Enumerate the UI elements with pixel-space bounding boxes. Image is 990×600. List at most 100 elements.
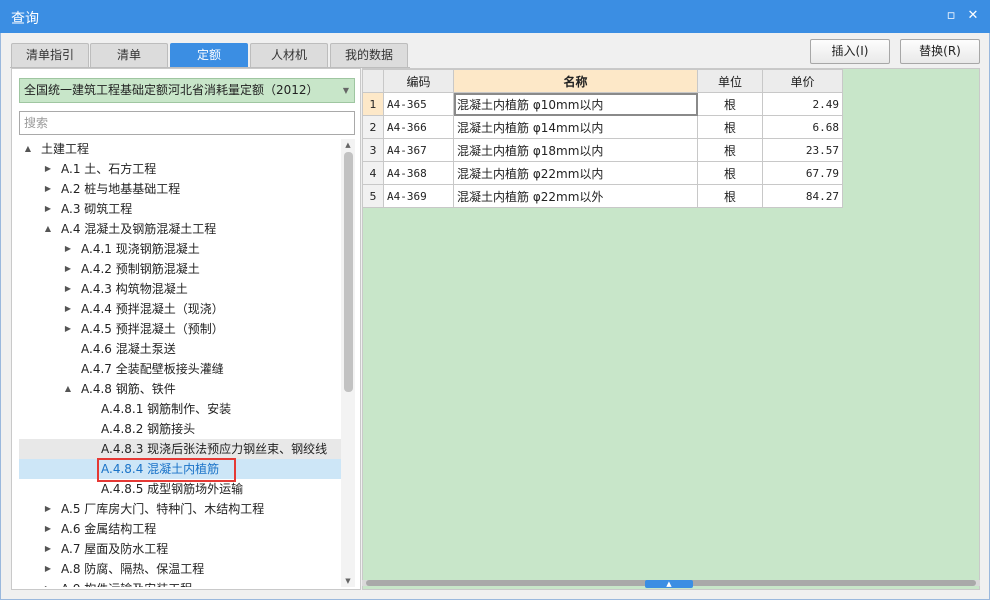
tree-item-label: A.3 砌筑工程 [61,202,133,216]
expand-arrow-icon[interactable]: ▶ [43,539,53,559]
tab-my-data[interactable]: 我的数据 [330,43,408,67]
tree-item[interactable]: A.4.8.5 成型钢筋场外运输 [19,479,341,499]
tree-item[interactable]: ▶ A.5 厂库房大门、特种门、木结构工程 [19,499,341,519]
row-number-cell[interactable]: 1 [362,92,384,116]
name-cell[interactable]: 混凝土内植筋 φ18mm以内 [453,138,698,162]
tree-item[interactable]: ▶ A.4.1 现浇钢筋混凝土 [19,239,341,259]
tree-item[interactable]: ▶ A.7 屋面及防水工程 [19,539,341,559]
close-icon[interactable]: ✕ [964,7,982,25]
tree-item-label: A.4.8.2 钢筋接头 [101,422,196,436]
table-row[interactable]: 3 A4-367 混凝土内植筋 φ18mm以内根 23.57 [362,138,843,162]
name-cell[interactable]: 混凝土内植筋 φ22mm以外 [453,184,698,208]
restore-icon[interactable]: ▫ [942,7,960,25]
tree-item-label: A.9 构件运输及安装工程 [61,579,192,587]
tree-item-label: A.4.8.5 成型钢筋场外运输 [101,482,244,496]
tab-quota[interactable]: 定额 [170,43,248,67]
tree-item[interactable]: A.4.8.4 混凝土内植筋 [19,459,341,479]
quota-library-select[interactable]: 全国统一建筑工程基础定额河北省消耗量定额（2012） ▼ [19,78,355,103]
price-cell[interactable]: 84.27 [762,184,843,208]
column-header-unit[interactable]: 单位 [697,69,763,93]
insert-button[interactable]: 插入(I) [810,39,890,64]
tree-item-label: A.4 混凝土及钢筋混凝土工程 [61,222,217,236]
expand-arrow-icon[interactable]: ▶ [43,499,53,519]
expand-arrow-icon[interactable]: ▶ [43,579,53,587]
expand-arrow-icon[interactable]: ▶ [43,519,53,539]
row-number-cell[interactable]: 5 [362,184,384,208]
scroll-thumb[interactable] [344,152,353,392]
tree-item[interactable]: ▲ A.4 混凝土及钢筋混凝土工程 [19,219,341,239]
tree-item[interactable]: A.4.7 全装配壁板接头灌缝 [19,359,341,379]
tree-item-label: A.4.6 混凝土泵送 [81,342,176,356]
scroll-up-icon[interactable]: ▲ [341,139,355,151]
tree-item-label: A.4.4 预拌混凝土（现浇） [81,302,224,316]
expand-arrow-icon[interactable]: ▶ [63,239,73,259]
table-row[interactable]: 4 A4-368 混凝土内植筋 φ22mm以内根 67.79 [362,161,843,185]
expand-arrow-icon[interactable]: ▶ [63,279,73,299]
scroll-down-icon[interactable]: ▼ [341,575,355,587]
expand-arrow-icon[interactable]: ▶ [63,319,73,339]
code-cell[interactable]: A4-365 [383,92,454,116]
unit-cell[interactable]: 根 [697,115,763,139]
expand-arrow-icon[interactable]: ▶ [43,559,53,579]
row-number-cell[interactable]: 4 [362,161,384,185]
column-header-price[interactable]: 单价 [762,69,843,93]
code-cell[interactable]: A4-367 [383,138,454,162]
tree-item[interactable]: ▲ A.4.8 钢筋、铁件 [19,379,341,399]
price-cell[interactable]: 67.79 [762,161,843,185]
tree-item[interactable]: ▲ 土建工程 [19,139,341,159]
tree-item[interactable]: ▶ A.1 土、石方工程 [19,159,341,179]
expand-arrow-icon[interactable]: ▶ [63,259,73,279]
unit-cell[interactable]: 根 [697,92,763,116]
replace-button[interactable]: 替换(R) [900,39,980,64]
tree-item[interactable]: ▶ A.3 砌筑工程 [19,199,341,219]
table-row[interactable]: 1 A4-365 混凝土内植筋 φ10mm以内根 2.49 [362,92,843,116]
tree-item[interactable]: ▶ A.2 桩与地基基础工程 [19,179,341,199]
name-cell[interactable]: 混凝土内植筋 φ14mm以内 [453,115,698,139]
column-header-name[interactable]: 名称 [453,69,698,93]
result-table: 编码 名称 单位 单价 1 A4-365 混凝土内植筋 φ10mm以内根 2.49 2 A… [362,69,843,208]
search-input[interactable]: 搜索 [19,111,355,135]
price-cell[interactable]: 23.57 [762,138,843,162]
column-header-code[interactable]: 编码 [383,69,454,93]
tree-item[interactable]: ▶ A.4.5 预拌混凝土（预制） [19,319,341,339]
tab-list-guide[interactable]: 清单指引 [11,43,89,67]
chevron-down-icon[interactable]: ▼ [343,79,349,102]
tab-materials[interactable]: 人材机 [250,43,328,67]
tree-item[interactable]: A.4.8.1 钢筋制作、安装 [19,399,341,419]
expand-arrow-icon[interactable]: ▶ [43,159,53,179]
unit-cell[interactable]: 根 [697,184,763,208]
code-cell[interactable]: A4-368 [383,161,454,185]
tab-list[interactable]: 清单 [90,43,168,67]
price-cell[interactable]: 2.49 [762,92,843,116]
collapse-arrow-icon[interactable]: ▲ [63,379,73,399]
name-cell[interactable]: 混凝土内植筋 φ10mm以内 [453,92,698,116]
expand-arrow-icon[interactable]: ▶ [63,299,73,319]
tree-item[interactable]: ▶ A.6 金属结构工程 [19,519,341,539]
splitter-collapse-icon[interactable]: ▲ [645,580,693,588]
tree-item[interactable]: A.4.8.3 现浇后张法预应力钢丝束、钢绞线 [19,439,341,459]
collapse-arrow-icon[interactable]: ▲ [23,139,33,159]
code-cell[interactable]: A4-369 [383,184,454,208]
unit-cell[interactable]: 根 [697,161,763,185]
tree-item[interactable]: ▶ A.4.3 构筑物混凝土 [19,279,341,299]
code-cell[interactable]: A4-366 [383,115,454,139]
tree-scrollbar[interactable]: ▲ ▼ [341,139,355,587]
tree-item-label: A.4.7 全装配壁板接头灌缝 [81,362,224,376]
collapse-arrow-icon[interactable]: ▲ [43,219,53,239]
table-row[interactable]: 2 A4-366 混凝土内植筋 φ14mm以内根 6.68 [362,115,843,139]
tree-item[interactable]: ▶ A.8 防腐、隔热、保温工程 [19,559,341,579]
tree-item[interactable]: A.4.6 混凝土泵送 [19,339,341,359]
row-number-cell[interactable]: 3 [362,138,384,162]
tree-item[interactable]: A.4.8.2 钢筋接头 [19,419,341,439]
name-cell[interactable]: 混凝土内植筋 φ22mm以内 [453,161,698,185]
tree-item[interactable]: ▶ A.4.4 预拌混凝土（现浇） [19,299,341,319]
tree-item-label: 土建工程 [41,142,90,156]
expand-arrow-icon[interactable]: ▶ [43,199,53,219]
tree-item[interactable]: ▶ A.9 构件运输及安装工程 [19,579,341,587]
table-row[interactable]: 5 A4-369 混凝土内植筋 φ22mm以外根 84.27 [362,184,843,208]
row-number-cell[interactable]: 2 [362,115,384,139]
unit-cell[interactable]: 根 [697,138,763,162]
tree-item[interactable]: ▶ A.4.2 预制钢筋混凝土 [19,259,341,279]
expand-arrow-icon[interactable]: ▶ [43,179,53,199]
price-cell[interactable]: 6.68 [762,115,843,139]
